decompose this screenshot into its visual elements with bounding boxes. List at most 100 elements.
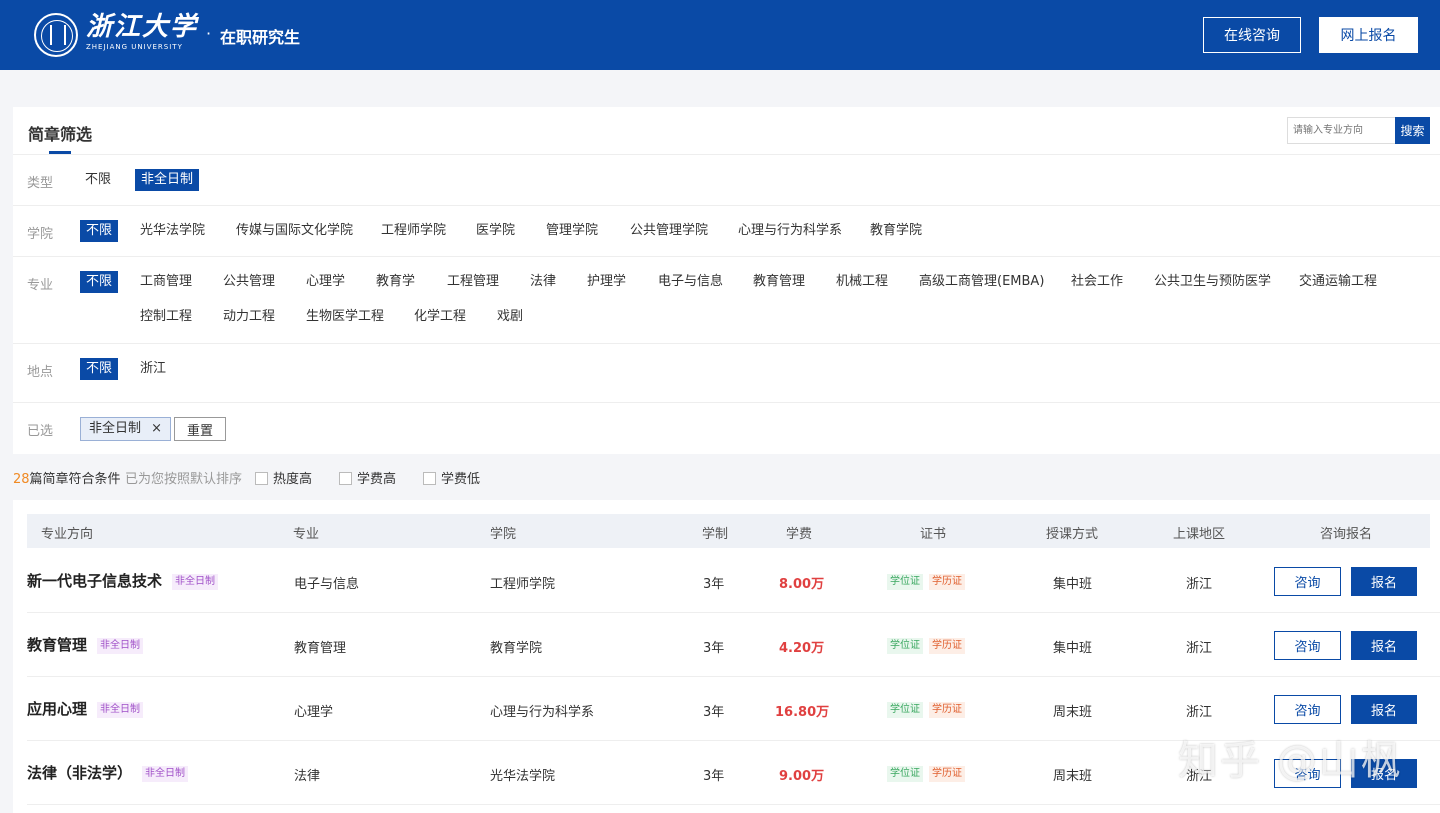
college-option[interactable]: 传媒与国际文化学院 xyxy=(236,220,353,242)
fee-cell: 4.20万 xyxy=(779,641,825,656)
region-cell: 浙江 xyxy=(1186,577,1213,592)
result-count: 28篇简章符合条件 xyxy=(13,468,121,487)
college-option[interactable]: 光华法学院 xyxy=(140,220,205,242)
college-option[interactable]: 教育学院 xyxy=(870,220,922,242)
major-option[interactable]: 心理学 xyxy=(306,271,345,293)
college-option[interactable]: 心理与行为科学系 xyxy=(738,220,842,242)
mode-cell: 集中班 xyxy=(1053,577,1093,592)
major-option[interactable]: 交通运输工程 xyxy=(1299,271,1377,293)
sort-fee-low[interactable]: 学费低 xyxy=(423,468,480,487)
location-option[interactable]: 不限 xyxy=(80,358,119,380)
major-option[interactable]: 不限 xyxy=(80,271,119,293)
sort-hint: 已为您按照默认排序 xyxy=(125,472,243,487)
major-option[interactable]: 社会工作 xyxy=(1071,271,1123,293)
major-option[interactable]: 控制工程 xyxy=(140,306,192,328)
college-option[interactable]: 医学院 xyxy=(476,220,515,242)
program-name[interactable]: 法律（非法学） 非全日制 xyxy=(27,762,189,783)
selected-filters-bar: 已选 非全日制 × 重置 xyxy=(13,402,1440,454)
major-option[interactable]: 教育管理 xyxy=(753,271,805,293)
type-badge: 非全日制 xyxy=(97,638,144,654)
apply-button[interactable]: 报名 xyxy=(1351,631,1417,660)
program-name[interactable]: 应用心理 非全日制 xyxy=(27,698,144,719)
table-header: 专业方向 专业 学院 学制 学费 证书 授课方式 上课地区 咨询报名 xyxy=(27,514,1430,548)
years-cell: 3年 xyxy=(703,705,725,720)
top-bar: 浙江大学 ZHEJIANG UNIVERSITY · 在职研究生 在线咨询 网上… xyxy=(0,0,1440,70)
cert-cell: 学位证 学历证 xyxy=(887,637,965,654)
major-option[interactable]: 机械工程 xyxy=(836,271,888,293)
college-option[interactable]: 不限 xyxy=(80,220,119,242)
diploma-cert-badge: 学历证 xyxy=(929,638,965,654)
major-option[interactable]: 教育学 xyxy=(376,271,415,293)
major-cell: 教育管理 xyxy=(294,641,347,656)
degree-cert-badge: 学位证 xyxy=(887,766,923,782)
diploma-cert-badge: 学历证 xyxy=(929,702,965,718)
remove-tag-icon[interactable]: × xyxy=(151,421,162,436)
sort-fee-high[interactable]: 学费高 xyxy=(339,468,396,487)
sort-popularity[interactable]: 热度高 xyxy=(255,468,312,487)
major-option[interactable]: 化学工程 xyxy=(414,306,466,328)
column-header: 学院 xyxy=(490,527,517,542)
college-option[interactable]: 公共管理学院 xyxy=(630,220,708,242)
college-option[interactable]: 管理学院 xyxy=(546,220,598,242)
selected-tag[interactable]: 非全日制 × xyxy=(80,417,172,441)
fee-cell: 8.00万 xyxy=(779,577,825,592)
checkbox-icon[interactable] xyxy=(423,472,436,485)
apply-button[interactable]: 报名 xyxy=(1351,567,1417,596)
major-option[interactable]: 动力工程 xyxy=(223,306,275,328)
major-option[interactable]: 公共管理 xyxy=(223,271,275,293)
brand-subtitle: 在职研究生 xyxy=(220,28,301,47)
program-name[interactable]: 新一代电子信息技术 非全日制 xyxy=(27,570,219,591)
degree-cert-badge: 学位证 xyxy=(887,574,923,590)
location-option[interactable]: 浙江 xyxy=(140,358,166,380)
selected-tag-text: 非全日制 xyxy=(89,421,142,436)
type-option-any[interactable]: 不限 xyxy=(85,169,111,191)
column-header: 咨询报名 xyxy=(1320,527,1373,542)
diploma-cert-badge: 学历证 xyxy=(929,766,965,782)
program-name-text: 新一代电子信息技术 xyxy=(27,572,163,590)
brand-english: ZHEJIANG UNIVERSITY xyxy=(86,43,183,51)
program-name[interactable]: 教育管理 非全日制 xyxy=(27,634,144,655)
sort-label: 学费高 xyxy=(357,472,397,487)
apply-button[interactable]: 报名 xyxy=(1351,695,1417,724)
search-input[interactable] xyxy=(1287,117,1395,144)
program-name-text: 应用心理 xyxy=(27,700,88,718)
type-option-part-time[interactable]: 非全日制 xyxy=(135,169,200,191)
online-consult-button[interactable]: 在线咨询 xyxy=(1203,17,1301,53)
major-option[interactable]: 公共卫生与预防医学 xyxy=(1154,271,1271,293)
major-option[interactable]: 护理学 xyxy=(587,271,626,293)
major-option[interactable]: 高级工商管理(EMBA) xyxy=(919,271,1044,293)
sort-label: 学费低 xyxy=(441,472,481,487)
cert-cell: 学位证 学历证 xyxy=(887,573,965,590)
online-apply-button[interactable]: 网上报名 xyxy=(1319,17,1418,53)
major-cell: 法律 xyxy=(294,769,321,784)
major-option[interactable]: 戏剧 xyxy=(497,306,523,328)
column-header: 上课地区 xyxy=(1173,527,1226,542)
count-suffix: 篇简章符合条件 xyxy=(29,472,121,487)
program-name-text: 教育管理 xyxy=(27,636,88,654)
checkbox-icon[interactable] xyxy=(339,472,352,485)
selected-label: 已选 xyxy=(27,424,54,439)
fee-cell: 9.00万 xyxy=(779,769,825,784)
consult-button[interactable]: 咨询 xyxy=(1274,631,1341,660)
type-badge: 非全日制 xyxy=(97,702,144,718)
major-option[interactable]: 电子与信息 xyxy=(658,271,723,293)
mode-cell: 周末班 xyxy=(1053,705,1093,720)
reset-button[interactable]: 重置 xyxy=(174,417,226,441)
years-cell: 3年 xyxy=(703,577,725,592)
college-option[interactable]: 工程师学院 xyxy=(381,220,446,242)
major-option[interactable]: 生物医学工程 xyxy=(306,306,384,328)
degree-cert-badge: 学位证 xyxy=(887,702,923,718)
consult-button[interactable]: 咨询 xyxy=(1274,567,1341,596)
checkbox-icon[interactable] xyxy=(255,472,268,485)
years-cell: 3年 xyxy=(703,641,725,656)
column-header: 授课方式 xyxy=(1046,527,1099,542)
consult-button[interactable]: 咨询 xyxy=(1274,695,1341,724)
search-button[interactable]: 搜索 xyxy=(1395,117,1430,144)
location-label: 地点 xyxy=(27,365,54,380)
major-option[interactable]: 法律 xyxy=(530,271,556,293)
major-option[interactable]: 工商管理 xyxy=(140,271,192,293)
major-cell: 电子与信息 xyxy=(294,577,360,592)
college-cell: 光华法学院 xyxy=(490,769,556,784)
major-option[interactable]: 工程管理 xyxy=(447,271,499,293)
program-name-text: 法律（非法学） xyxy=(27,764,133,782)
